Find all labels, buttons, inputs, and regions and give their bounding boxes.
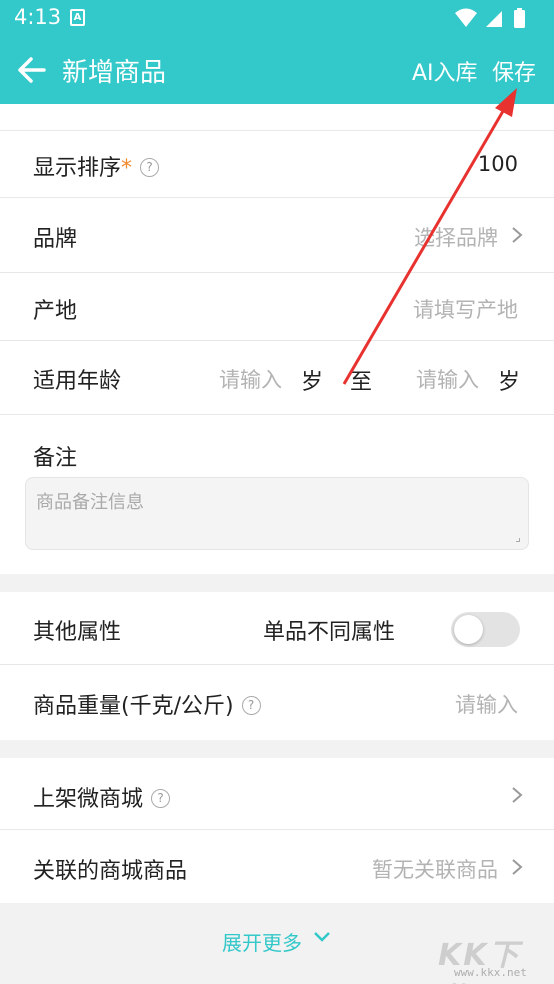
- chevron-right-icon: [512, 787, 523, 803]
- help-icon[interactable]: ?: [241, 695, 261, 715]
- mall-label: 上架微商城?: [33, 781, 171, 813]
- sort-value[interactable]: 100: [478, 152, 518, 176]
- chevron-down-icon: [314, 932, 330, 942]
- age-from-unit: 岁: [301, 370, 324, 395]
- brand-label: 品牌: [33, 227, 78, 252]
- weight-input[interactable]: 请输入: [455, 689, 518, 719]
- age-from-input[interactable]: 请输入: [219, 364, 282, 394]
- notification-icon: A: [70, 9, 85, 26]
- age-label: 适用年龄: [33, 369, 122, 394]
- age-separator: 至: [350, 370, 373, 395]
- remark-label: 备注: [33, 446, 78, 471]
- status-icons: [454, 7, 540, 29]
- expand-more-label: 展开更多: [222, 931, 302, 955]
- brand-row[interactable]: 品牌 选择品牌: [0, 198, 554, 272]
- variant-toggle-label: 单品不同属性: [263, 620, 396, 645]
- remark-placeholder: 商品备注信息: [36, 492, 144, 513]
- sort-label: 显示排序*?: [33, 150, 160, 182]
- help-icon[interactable]: ?: [151, 788, 171, 808]
- age-to-unit: 岁: [498, 370, 521, 395]
- required-mark: *: [121, 156, 133, 181]
- brand-select[interactable]: 选择品牌: [414, 222, 498, 252]
- status-time: 4:13: [14, 5, 62, 29]
- origin-input[interactable]: 请填写产地: [413, 294, 518, 324]
- ai-stock-button[interactable]: AI入库: [412, 55, 478, 87]
- watermark-logo: KK下载 www.kkx.net: [432, 930, 552, 984]
- age-to-input[interactable]: 请输入: [416, 364, 479, 394]
- sort-row[interactable]: 显示排序*? 100: [0, 131, 554, 197]
- resize-handle-icon[interactable]: [516, 538, 520, 542]
- chevron-right-icon: [512, 227, 523, 243]
- remark-textarea[interactable]: 商品备注信息: [25, 477, 529, 550]
- chevron-right-icon: [512, 859, 523, 875]
- variant-toggle[interactable]: [451, 612, 520, 647]
- linked-value: 暂无关联商品: [372, 858, 498, 882]
- page-title: 新增商品: [62, 58, 167, 88]
- back-arrow-icon[interactable]: [16, 54, 50, 86]
- weight-label: 商品重量(千克/公斤)?: [33, 688, 261, 720]
- age-row: 适用年龄 请输入 岁 至 请输入 岁: [0, 341, 554, 414]
- app-header: 4:13 A 新增商品 AI入库 保存: [0, 0, 554, 104]
- origin-row: 产地 请填写产地: [0, 273, 554, 340]
- watermark-url: www.kkx.net: [454, 966, 527, 979]
- signal-icon: [486, 11, 502, 27]
- save-button[interactable]: 保存: [492, 55, 536, 87]
- toolbar: 新增商品 AI入库 保存: [0, 36, 554, 104]
- linked-row[interactable]: 关联的商城商品 暂无关联商品: [0, 830, 554, 903]
- divider: [0, 414, 554, 415]
- linked-label: 关联的商城商品: [33, 859, 188, 884]
- mall-row[interactable]: 上架微商城?: [0, 758, 554, 829]
- status-bar: 4:13 A: [0, 0, 554, 36]
- origin-label: 产地: [33, 299, 78, 324]
- weight-row: 商品重量(千克/公斤)? 请输入: [0, 665, 554, 740]
- help-icon[interactable]: ?: [140, 157, 160, 177]
- attributes-label: 其他属性: [33, 620, 122, 645]
- wifi-icon: [455, 8, 477, 27]
- battery-icon: [514, 8, 525, 28]
- toggle-knob: [454, 615, 483, 644]
